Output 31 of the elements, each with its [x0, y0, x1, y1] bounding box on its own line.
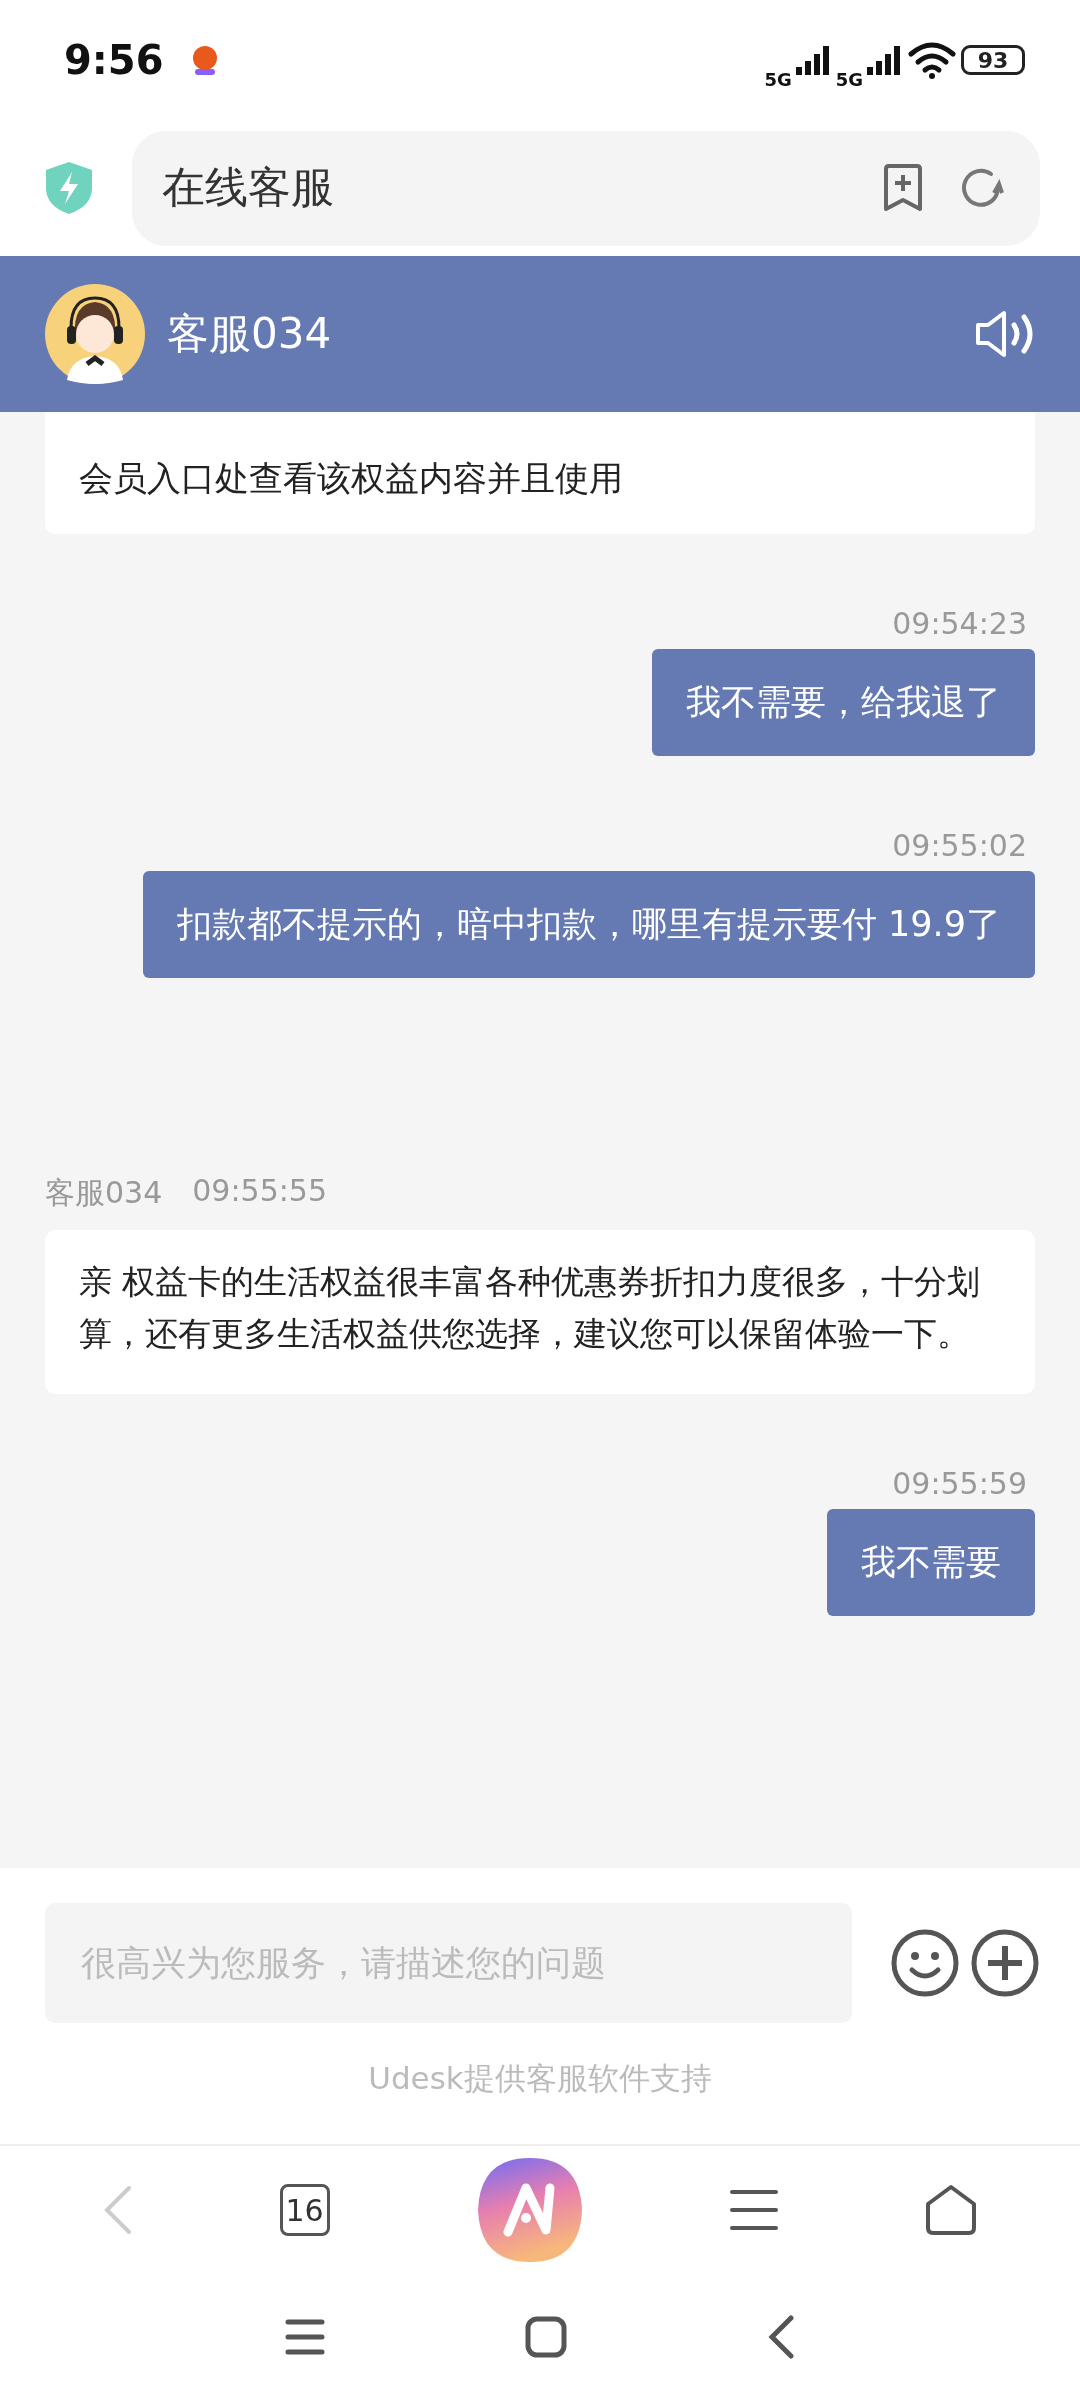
message-text: 会员入口处查看该权益内容并且使用: [45, 412, 1035, 534]
message-time: 09:55:55: [192, 1173, 327, 1210]
signal-icon: [867, 45, 903, 75]
back-icon[interactable]: [767, 2315, 795, 2359]
network-type: 5G: [835, 68, 863, 90]
home-button-icon[interactable]: [525, 2316, 567, 2358]
powered-by-text: Udesk提供客服软件支持: [367, 2059, 713, 2098]
add-icon[interactable]: [970, 1928, 1040, 1998]
signal-icon: [795, 45, 832, 75]
tabs-button[interactable]: 16: [279, 2184, 330, 2236]
bookmark-add-icon[interactable]: [882, 163, 924, 213]
home-icon[interactable]: [924, 2184, 977, 2236]
network-type: 5G: [764, 68, 792, 90]
message-time: 09:55:59: [892, 1466, 1027, 1501]
user-message: 我不需要，给我退了: [652, 649, 1035, 756]
agent-name: 客服034: [167, 308, 333, 360]
emoji-icon[interactable]: [890, 1928, 960, 1998]
agent-message: 亲 权益卡的生活权益很丰富各种优惠券折扣力度很多，十分划算，还有更多生活权益供您选择，建议您可以保留体验一下。: [45, 1230, 1035, 1394]
message-time: 09:54:23: [892, 606, 1027, 641]
menu-icon[interactable]: [285, 2318, 325, 2356]
wifi-icon: [907, 40, 957, 80]
assistant-app-icon[interactable]: [475, 2156, 584, 2264]
menu-icon[interactable]: [730, 2188, 779, 2232]
status-time: 9:56: [64, 37, 164, 83]
battery-icon: 93: [961, 45, 1025, 75]
sender-name: 客服034: [45, 1174, 163, 1212]
user-message: 扣款都不提示的，暗中扣款，哪里有提示要付 19.9了: [142, 871, 1035, 978]
message-time: 09:55:02: [892, 828, 1027, 863]
message-input[interactable]: 很高兴为您服务，请描述您的问题: [45, 1903, 852, 2023]
user-message: 我不需要: [827, 1509, 1035, 1616]
address-bar[interactable]: 在线客服: [132, 130, 1040, 246]
